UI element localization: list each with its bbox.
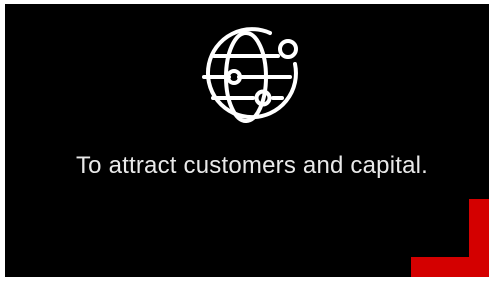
globe-network-icon [202,27,298,123]
slide-caption: To attract customers and capital. [75,152,429,179]
slide-panel: To attract customers and capital. [5,4,489,277]
corner-accent [411,199,489,277]
